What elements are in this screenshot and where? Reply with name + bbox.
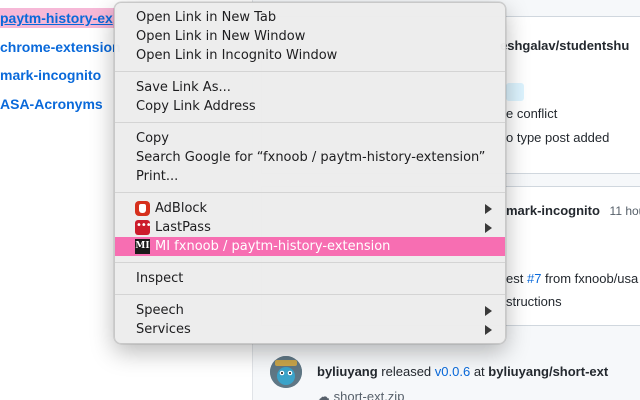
- version-link[interactable]: v0.0.6: [435, 364, 470, 379]
- menu-item-label: MI fxnoob / paytm-history-extension: [155, 239, 391, 254]
- feed-card-text: est #7 from fxnoob/usa: [506, 269, 638, 289]
- timestamp: 11 hou: [609, 204, 640, 218]
- menu-item-copy[interactable]: Copy: [115, 129, 505, 148]
- menu-item-label: AdBlock: [155, 201, 208, 216]
- menu-item-open-new-tab[interactable]: Open Link in New Tab: [115, 8, 505, 27]
- menu-item-lastpass[interactable]: LastPass: [115, 216, 505, 237]
- menu-separator: [115, 294, 505, 295]
- submenu-arrow-icon: [485, 306, 492, 316]
- text-prefix: est: [506, 271, 527, 286]
- adblock-icon: [135, 201, 150, 216]
- submenu-arrow-icon: [485, 223, 492, 233]
- issue-link[interactable]: #7: [527, 271, 541, 286]
- menu-item-speech[interactable]: Speech: [115, 301, 505, 320]
- menu-item-search-google[interactable]: Search Google for “fxnoob / paytm-histor…: [115, 148, 505, 167]
- menu-item-open-incognito[interactable]: Open Link in Incognito Window: [115, 46, 505, 65]
- release-asset[interactable]: ☁ short-ext.zip: [317, 387, 404, 400]
- menu-separator: [115, 71, 505, 72]
- mi-icon: MI: [135, 239, 150, 254]
- menu-item-label: Speech: [136, 303, 184, 318]
- feed-card-repo[interactable]: eshgalav/studentshu: [500, 37, 629, 55]
- menu-item-inspect[interactable]: Inspect: [115, 269, 505, 288]
- repo-link-mark-incognito[interactable]: mark-incognito: [0, 65, 101, 85]
- repo-link-asa-acronyms[interactable]: ASA-Acronyms: [0, 94, 103, 114]
- menu-separator: [115, 262, 505, 263]
- cloud-download-icon: ☁: [317, 389, 330, 400]
- text-suffix: from fxnoob/usa: [541, 271, 639, 286]
- menu-item-label: Services: [136, 322, 191, 337]
- text-action: released: [377, 364, 435, 379]
- repo-link-paytm-history[interactable]: paytm-history-ex: [0, 8, 117, 28]
- feed-card-repo[interactable]: mark-incognito: [506, 203, 600, 218]
- release-event: byliuyang released v0.0.6 at byliuyang/s…: [317, 362, 608, 382]
- text-at: at: [470, 364, 489, 379]
- menu-item-mi-extension[interactable]: MI MI fxnoob / paytm-history-extension: [115, 237, 505, 256]
- submenu-arrow-icon: [485, 204, 492, 214]
- asset-filename[interactable]: short-ext.zip: [334, 389, 405, 400]
- menu-item-save-link[interactable]: Save Link As...: [115, 78, 505, 97]
- label-badge: [506, 83, 524, 101]
- feed-card-header: mark-incognito 11 hou: [506, 201, 640, 221]
- repo-link-chrome-extension[interactable]: chrome-extension: [0, 37, 121, 57]
- feed-card-text: o type post added: [506, 130, 610, 145]
- repo-link[interactable]: byliuyang/short-ext: [488, 364, 608, 379]
- user-link[interactable]: byliuyang: [317, 364, 378, 379]
- avatar[interactable]: [270, 356, 302, 388]
- menu-item-open-new-window[interactable]: Open Link in New Window: [115, 27, 505, 46]
- menu-separator: [115, 192, 505, 193]
- context-menu: Open Link in New Tab Open Link in New Wi…: [114, 2, 506, 344]
- menu-item-services[interactable]: Services: [115, 320, 505, 339]
- menu-item-print[interactable]: Print...: [115, 167, 505, 186]
- feed-card-text: structions: [506, 294, 562, 309]
- menu-item-adblock[interactable]: AdBlock: [115, 199, 505, 218]
- feed-card-text: e conflict: [506, 106, 558, 121]
- menu-separator: [115, 122, 505, 123]
- menu-item-label: LastPass: [155, 220, 211, 235]
- lastpass-icon: [135, 216, 151, 235]
- submenu-arrow-icon: [485, 325, 492, 335]
- menu-item-copy-link-address[interactable]: Copy Link Address: [115, 97, 505, 116]
